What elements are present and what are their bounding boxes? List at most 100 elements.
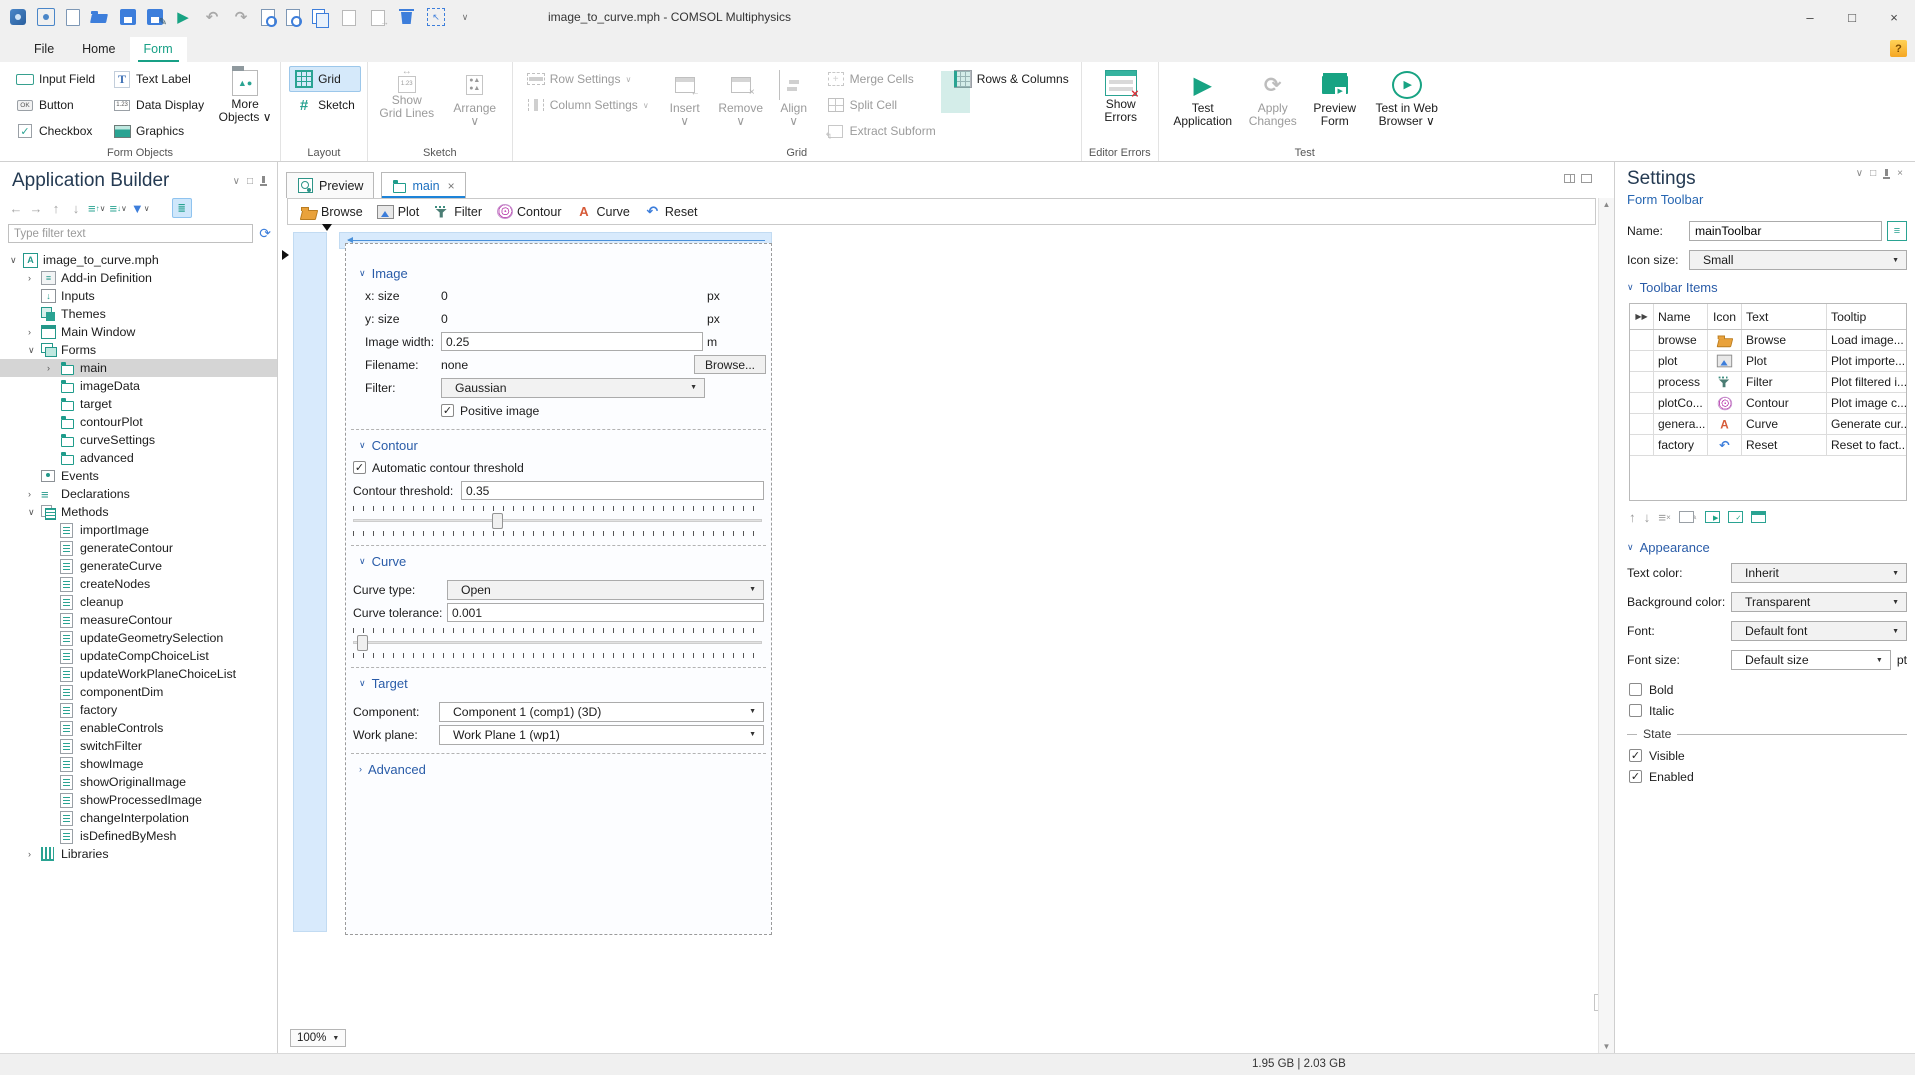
rows-columns-button[interactable]: Rows & Columns	[948, 66, 1075, 92]
apply-changes-button[interactable]: Apply Changes	[1245, 66, 1301, 145]
row-header-strip[interactable]	[293, 232, 327, 932]
tree-item[interactable]: componentDim	[0, 683, 277, 701]
tree-item[interactable]: createNodes	[0, 575, 277, 593]
tree-item[interactable]: updateCompChoiceList	[0, 647, 277, 665]
tree-item[interactable]: importImage	[0, 521, 277, 539]
item-name-cell[interactable]: genera...	[1654, 414, 1708, 434]
tree-item[interactable]: › Declarations	[0, 485, 277, 503]
quick-access-icon[interactable]	[147, 9, 167, 28]
tree-item[interactable]: generateCurve	[0, 557, 277, 575]
editor-layout-icon[interactable]	[1564, 174, 1575, 183]
item-text-cell[interactable]: Browse	[1742, 330, 1827, 350]
tree-item[interactable]: contourPlot	[0, 413, 277, 431]
panel-menu-icon[interactable]: ∨	[1856, 168, 1863, 179]
toolbar-item-row[interactable]: factory Reset Reset to fact...	[1630, 435, 1906, 456]
item-text-cell[interactable]: Filter	[1742, 372, 1827, 392]
tree-item[interactable]: showProcessedImage	[0, 791, 277, 809]
tree-item[interactable]: ∨ image_to_curve.mph	[0, 251, 277, 269]
tree-item[interactable]: › Add-in Definition	[0, 269, 277, 287]
component-dropdown[interactable]: Component 1 (comp1) (3D) ▼	[439, 701, 764, 722]
form-canvas[interactable]: ∨ Image x: size 0 px y: size 0 px Image …	[278, 224, 1614, 1053]
item-icon-cell[interactable]	[1708, 351, 1742, 371]
panel-toggle-button[interactable]: ≣	[171, 198, 192, 218]
tree-item[interactable]: Events	[0, 467, 277, 485]
item-icon-cell[interactable]	[1708, 414, 1742, 434]
collapse-all-button[interactable]: ≡ ↓ ∨	[109, 199, 126, 217]
add-toggle-item-button[interactable]	[1728, 511, 1744, 523]
tree-item[interactable]: imageData	[0, 377, 277, 395]
tab-file[interactable]: File	[20, 37, 68, 62]
form-toolbar-button[interactable]: Plot	[371, 202, 426, 222]
item-icon-cell[interactable]	[1708, 393, 1742, 413]
tree-item[interactable]: switchFilter	[0, 737, 277, 755]
quick-access-icon[interactable]	[286, 8, 302, 27]
editor-float-icon[interactable]	[1581, 174, 1592, 183]
auto-threshold-checkbox[interactable]: ✓	[353, 461, 366, 474]
italic-checkbox[interactable]	[1629, 704, 1642, 717]
item-icon-cell[interactable]	[1708, 435, 1742, 455]
text-color-dropdown[interactable]: Inherit ▼	[1731, 563, 1907, 583]
form-toolbar-button[interactable]: Filter	[427, 202, 488, 222]
quick-access-icon[interactable]	[427, 8, 445, 26]
tree-expander-icon[interactable]: ›	[28, 489, 41, 499]
toolbar-item-row[interactable]: genera... Curve Generate cur...	[1630, 414, 1906, 435]
text-label-button[interactable]: Text Label	[107, 66, 210, 92]
form-toolbar-button[interactable]: Reset	[638, 202, 704, 222]
tree-item[interactable]: ∨ Methods	[0, 503, 277, 521]
panel-close-icon[interactable]: ×	[1897, 168, 1903, 179]
tree-item[interactable]: updateGeometrySelection	[0, 629, 277, 647]
quick-access-icon[interactable]	[311, 8, 329, 28]
curve-type-dropdown[interactable]: Open ▼	[447, 579, 764, 600]
editor-scrollbar[interactable]: ▲ ▼	[1598, 198, 1614, 1053]
tree-item[interactable]: showOriginalImage	[0, 773, 277, 791]
close-button[interactable]: ×	[1873, 0, 1915, 34]
tree-item[interactable]: enableControls	[0, 719, 277, 737]
tab-preview[interactable]: Preview	[286, 172, 375, 198]
quick-access-icon[interactable]: ↶	[203, 8, 221, 26]
tree-expander-icon[interactable]: ›	[28, 327, 41, 337]
panel-float-icon[interactable]: □	[247, 176, 253, 187]
quick-access-icon[interactable]	[369, 8, 389, 27]
section-contour-header[interactable]: ∨ Contour	[351, 434, 766, 456]
form-toolbar-button[interactable]: Curve	[570, 202, 636, 222]
panel-pin-icon[interactable]	[1883, 168, 1891, 179]
font-size-dropdown[interactable]: Default size ▼	[1731, 650, 1891, 670]
add-item-button[interactable]	[1705, 511, 1721, 523]
tree-expander-icon[interactable]: ›	[28, 273, 41, 283]
tree-item[interactable]: generateContour	[0, 539, 277, 557]
item-name-cell[interactable]: process	[1654, 372, 1708, 392]
item-tooltip-cell[interactable]: Plot importe...	[1827, 351, 1906, 371]
quick-access-icon[interactable]	[261, 8, 277, 27]
toolbar-item-row[interactable]: browse Browse Load image...	[1630, 330, 1906, 351]
test-web-browser-button[interactable]: Test in Web Browser ∨	[1369, 66, 1445, 145]
more-objects-button[interactable]: More Objects ∨	[216, 66, 274, 145]
edit-item-button[interactable]: ✎	[1678, 511, 1697, 523]
visible-checkbox[interactable]: ✓	[1629, 749, 1642, 762]
tree-item[interactable]: ∨ Forms	[0, 341, 277, 359]
tree-item[interactable]: target	[0, 395, 277, 413]
item-text-cell[interactable]: Curve	[1742, 414, 1827, 434]
panel-float-icon[interactable]: □	[1870, 168, 1876, 179]
align-button[interactable]: Align ∨	[773, 66, 815, 145]
image-width-input[interactable]	[441, 332, 703, 351]
data-display-button[interactable]: Data Display	[107, 92, 210, 118]
toolbar-item-row[interactable]: plotCo... Contour Plot image c...	[1630, 393, 1906, 414]
move-up-button[interactable]: ↑	[48, 199, 64, 217]
tree-item[interactable]: › Libraries	[0, 845, 277, 863]
tree-expander-icon[interactable]: ∨	[10, 255, 23, 266]
tree-item[interactable]: advanced	[0, 449, 277, 467]
quick-access-icon[interactable]	[91, 8, 109, 26]
maximize-button[interactable]: □	[1831, 0, 1873, 34]
tree-item[interactable]: changeInterpolation	[0, 809, 277, 827]
enabled-checkbox[interactable]: ✓	[1629, 770, 1642, 783]
quick-access-icon[interactable]	[10, 9, 26, 25]
item-tooltip-cell[interactable]: Reset to fact...	[1827, 435, 1906, 455]
item-text-cell[interactable]: Contour	[1742, 393, 1827, 413]
tree-expander-icon[interactable]: ›	[28, 849, 41, 859]
button-button[interactable]: Button	[10, 92, 101, 118]
minimize-button[interactable]: –	[1789, 0, 1831, 34]
quick-access-icon[interactable]: ∨	[456, 8, 474, 26]
font-dropdown[interactable]: Default font ▼	[1731, 621, 1907, 641]
row-settings-button[interactable]: Row Settings ∨	[521, 66, 655, 92]
panel-menu-icon[interactable]: ∨	[233, 176, 240, 187]
